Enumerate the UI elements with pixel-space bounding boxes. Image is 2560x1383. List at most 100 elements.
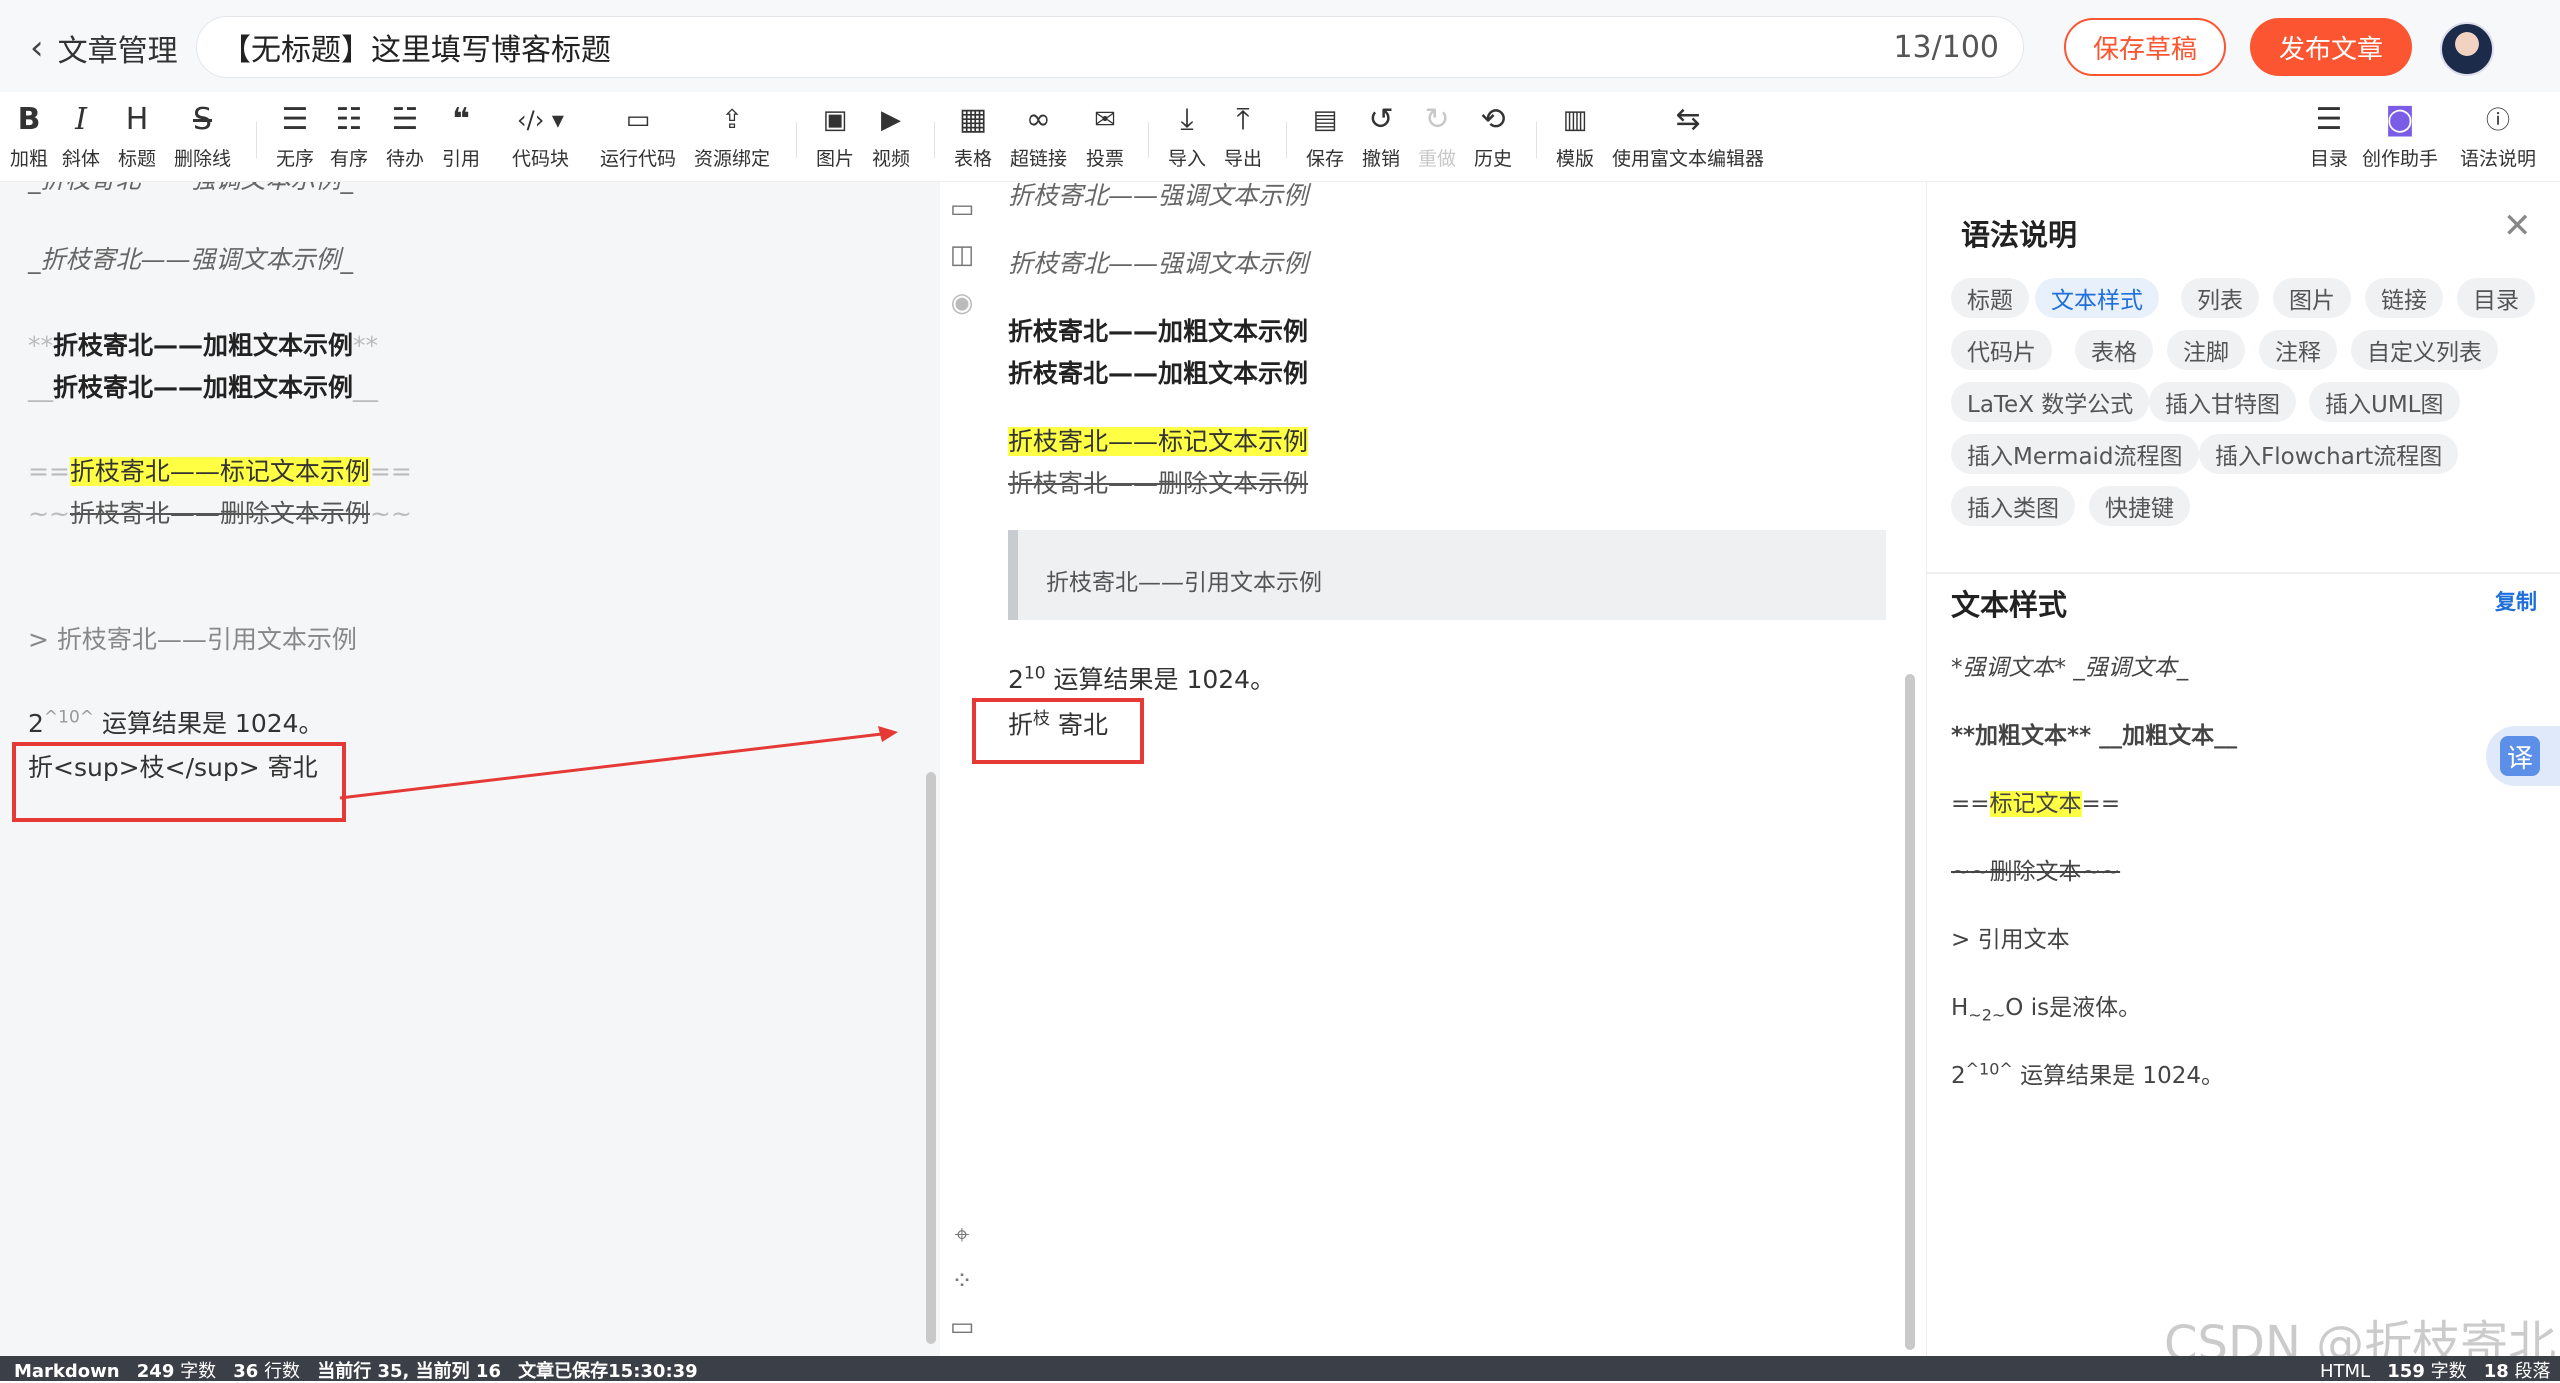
chip-table[interactable]: 表格 (2075, 330, 2153, 370)
robot-icon: ◙ (2385, 102, 2415, 137)
writing-assistant-button[interactable]: ◙ 创作助手 (2362, 102, 2438, 171)
annotation-arrow (339, 726, 898, 800)
chip-code-snippet[interactable]: 代码片 (1951, 330, 2052, 370)
chip-toc[interactable]: 目录 (2457, 278, 2535, 318)
fullscreen-icon[interactable]: ▭ (946, 1312, 978, 1342)
question-icon: ⓘ (2486, 106, 2510, 134)
video-icon: ▶ (881, 105, 901, 135)
syntax-panel-title: 语法说明 (1961, 218, 2078, 252)
status-right: HTML 159 字数 18 段落 (2320, 1361, 2551, 1382)
preview-emphasis: 折枝寄北——强调文本示例 (1008, 182, 1309, 210)
layout-split-icon[interactable]: ◫ (946, 240, 978, 270)
code-icon: ‹/› ▾ (517, 106, 564, 134)
bold-icon: B (17, 102, 41, 137)
back-label: 文章管理 (57, 34, 178, 69)
layout-single-icon[interactable]: ▭ (946, 194, 978, 224)
editor-line-quote: > 折枝寄北——引用文本示例 (28, 625, 357, 654)
run-code-button[interactable]: ▭ 运行代码 (600, 102, 676, 171)
undo-icon: ↺ (1368, 102, 1394, 137)
locate-icon[interactable]: ⌖ (946, 1220, 978, 1251)
table-button[interactable]: ▦ 表格 (954, 102, 992, 171)
editor-line-strike: ~~折枝寄北——删除文本示例~~ (28, 499, 412, 528)
bold-button[interactable]: B 加粗 (10, 102, 48, 171)
preview-blockquote: 折枝寄北——引用文本示例 (1008, 530, 1886, 620)
hyperlink-button[interactable]: ∞ 超链接 (1010, 102, 1067, 171)
italic-icon: I (75, 102, 87, 137)
vote-button[interactable]: ✉ 投票 (1086, 102, 1124, 171)
toolbar-divider (1148, 122, 1149, 158)
editor-line-superscript: 2^10^ 运算结果是 1024。 (28, 707, 324, 738)
user-avatar[interactable] (2440, 22, 2494, 76)
article-title-text[interactable]: 【无标题】这里填写博客标题 (221, 25, 1893, 69)
editor-line-bold: **折枝寄北——加粗文本示例** (28, 331, 379, 360)
section-title: 文本样式 (1951, 588, 2068, 622)
export-button[interactable]: ⤒ 导出 (1224, 102, 1262, 171)
strikethrough-button[interactable]: S 删除线 (174, 102, 231, 171)
chip-list[interactable]: 列表 (2181, 278, 2259, 318)
video-button[interactable]: ▶ 视频 (872, 102, 910, 171)
preview-scrollbar[interactable] (1905, 674, 1915, 1350)
chip-link[interactable]: 链接 (2365, 278, 2443, 318)
image-button[interactable]: ▣ 图片 (816, 102, 854, 171)
chip-class-diagram[interactable]: 插入类图 (1951, 486, 2075, 526)
table-icon: ▦ (958, 102, 988, 137)
chip-custom-list[interactable]: 自定义列表 (2351, 330, 2498, 370)
chevron-left-icon: ‹ (30, 28, 44, 68)
history-button[interactable]: ⟲ 历史 (1474, 102, 1512, 171)
status-bar: Markdown 249 字数 36 行数 当前行 35, 当前列 16 文章已… (0, 1356, 2560, 1382)
todo-list-button[interactable]: ☱ 待办 (386, 102, 424, 171)
run-code-icon: ▭ (625, 105, 651, 135)
upload-icon: ⤒ (1236, 102, 1250, 137)
redo-icon: ↻ (1424, 102, 1450, 137)
chip-image[interactable]: 图片 (2273, 278, 2351, 318)
chip-mermaid[interactable]: 插入Mermaid流程图 (1951, 434, 2199, 474)
resource-binding-button[interactable]: ⇪ 资源绑定 (694, 102, 770, 171)
editor-scrollbar[interactable] (926, 772, 936, 1344)
sync-scroll-icon[interactable]: ⁘ (946, 1266, 978, 1296)
chip-comment[interactable]: 注释 (2259, 330, 2337, 370)
vote-icon: ✉ (1094, 105, 1116, 135)
chip-heading[interactable]: 标题 (1951, 278, 2029, 318)
swap-icon: ⇆ (1675, 102, 1701, 137)
chip-gantt[interactable]: 插入甘特图 (2149, 382, 2296, 422)
rich-text-editor-button[interactable]: ⇆ 使用富文本编辑器 (1612, 102, 1764, 171)
code-block-button[interactable]: ‹/› ▾ 代码块 (512, 102, 569, 171)
unordered-list-button[interactable]: ☰ 无序 (276, 102, 314, 171)
save-button[interactable]: ▤ 保存 (1306, 102, 1344, 171)
highlight-box-preview (972, 698, 1144, 764)
redo-button[interactable]: ↻ 重做 (1418, 102, 1456, 171)
toolbar-divider (1286, 122, 1287, 158)
preview-strike: 折枝寄北——删除文本示例 (1008, 469, 1309, 498)
article-title-input[interactable]: 【无标题】这里填写博客标题 13/100 (196, 16, 2024, 78)
heading-button[interactable]: H 标题 (118, 102, 156, 171)
quote-button[interactable]: ❝ 引用 (442, 102, 480, 171)
chip-text-style[interactable]: 文本样式 (2035, 278, 2159, 318)
save-icon: ▤ (1312, 105, 1338, 135)
italic-button[interactable]: I 斜体 (62, 102, 100, 171)
editor-line-bold: __折枝寄北——加粗文本示例__ (28, 373, 379, 402)
copy-button[interactable]: 复制 (2495, 586, 2537, 616)
toc-icon: ☰ (2315, 102, 2343, 137)
chip-flowchart[interactable]: 插入Flowchart流程图 (2199, 434, 2459, 474)
save-draft-button[interactable]: 保存草稿 (2064, 18, 2226, 76)
chip-footnote[interactable]: 注脚 (2167, 330, 2245, 370)
eye-icon[interactable]: ◉ (946, 288, 978, 318)
back-to-article-management[interactable]: ‹ 文章管理 (30, 26, 178, 70)
import-button[interactable]: ⤓ 导入 (1168, 102, 1206, 171)
toc-button[interactable]: ☰ 目录 (2310, 102, 2348, 171)
publish-button[interactable]: 发布文章 (2250, 18, 2412, 76)
chip-shortcuts[interactable]: 快捷键 (2089, 486, 2190, 526)
markdown-preview: 折枝寄北——强调文本示例 折枝寄北——强调文本示例 折枝寄北——加粗文本示例 折… (984, 182, 1926, 1356)
ordered-list-button[interactable]: ☷ 有序 (330, 102, 368, 171)
undo-button[interactable]: ↺ 撤销 (1362, 102, 1400, 171)
chip-latex[interactable]: LaTeX 数学公式 (1951, 382, 2150, 422)
panel-divider (1927, 572, 2560, 574)
syntax-emphasis: *强调文本* _强调文本_ (1951, 655, 2189, 681)
syntax-help-button[interactable]: ⓘ 语法说明 (2460, 102, 2536, 171)
syntax-bold: **加粗文本** __加粗文本__ (1951, 723, 2238, 749)
chip-uml[interactable]: 插入UML图 (2309, 382, 2460, 422)
image-icon: ▣ (822, 105, 848, 135)
template-button[interactable]: ▥ 模版 (1556, 102, 1594, 171)
translate-button[interactable]: 译 (2486, 726, 2560, 786)
close-icon[interactable]: ✕ (2503, 206, 2532, 246)
